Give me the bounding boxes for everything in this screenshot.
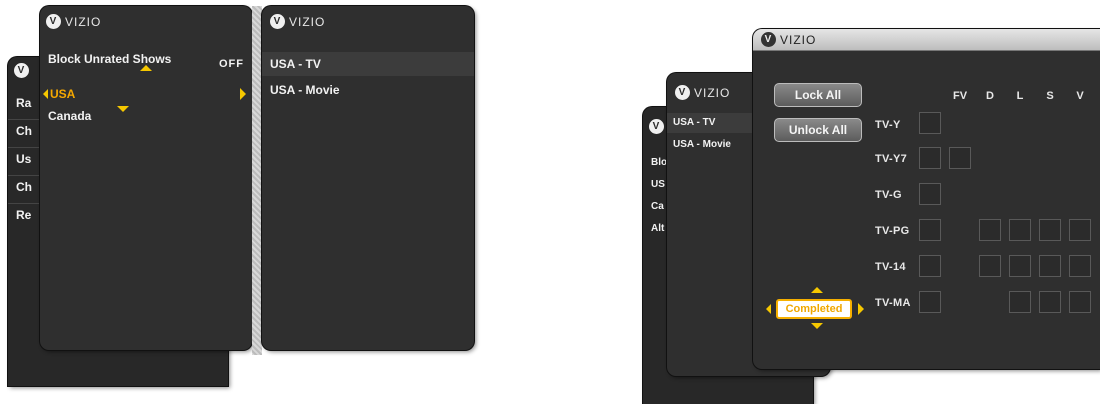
lock-checkbox-tv-14-d[interactable] bbox=[979, 255, 1001, 277]
region-item-usa[interactable]: USA bbox=[40, 84, 252, 104]
lock-checkbox-tv-ma-l[interactable] bbox=[1009, 291, 1031, 313]
vizio-v-icon: V bbox=[46, 14, 61, 29]
lock-checkbox-tv-pg[interactable] bbox=[919, 219, 941, 241]
up-arrow-icon[interactable] bbox=[811, 287, 823, 293]
right-arrow-icon[interactable] bbox=[858, 303, 864, 315]
lock-checkbox-tv-pg-d[interactable] bbox=[979, 219, 1001, 241]
vizio-v-icon: V bbox=[761, 32, 776, 47]
lock-checkbox-tv-pg-l[interactable] bbox=[1009, 219, 1031, 241]
rating-label-tv-y: TV-Y bbox=[875, 119, 901, 131]
unlock-all-button[interactable]: Unlock All bbox=[774, 118, 862, 142]
brand-logo: V VIZIO bbox=[270, 14, 325, 29]
vizio-v-icon: V bbox=[14, 63, 29, 78]
lock-checkbox-tv-pg-s[interactable] bbox=[1039, 219, 1061, 241]
brand-logo: V VIZIO bbox=[675, 85, 730, 100]
lock-checkbox-tv-g[interactable] bbox=[919, 183, 941, 205]
brand-logo: V VIZIO bbox=[46, 14, 101, 29]
up-arrow-icon[interactable] bbox=[140, 65, 152, 71]
column-header-v: V bbox=[1076, 90, 1084, 102]
lock-checkbox-tv-pg-v[interactable] bbox=[1069, 219, 1091, 241]
lock-checkbox-tv-y[interactable] bbox=[919, 112, 941, 134]
vizio-v-icon: V bbox=[675, 85, 690, 100]
column-header-l: L bbox=[1016, 90, 1024, 102]
lock-checkbox-tv-y7[interactable] bbox=[919, 147, 941, 169]
vizio-v-icon: V bbox=[649, 119, 664, 134]
lock-checkbox-tv-y7-fv[interactable] bbox=[949, 147, 971, 169]
region-item-canada[interactable]: Canada bbox=[40, 106, 252, 126]
brand-name: VIZIO bbox=[289, 14, 326, 29]
lock-checkbox-tv-ma-v[interactable] bbox=[1069, 291, 1091, 313]
brand-logo: V VIZIO bbox=[761, 32, 816, 47]
brand-name: VIZIO bbox=[65, 14, 102, 29]
lock-checkbox-tv-14-l[interactable] bbox=[1009, 255, 1031, 277]
lock-checkbox-tv-ma[interactable] bbox=[919, 291, 941, 313]
rating-label-tv-14: TV-14 bbox=[875, 261, 906, 273]
rating-label-tv-y7: TV-Y7 bbox=[875, 153, 908, 165]
rating-label-tv-ma: TV-MA bbox=[875, 297, 911, 309]
brand-name: VIZIO bbox=[694, 85, 731, 100]
block-unrated-status: OFF bbox=[219, 58, 244, 70]
brand-name: VIZIO bbox=[780, 32, 817, 47]
lock-checkbox-tv-14-v[interactable] bbox=[1069, 255, 1091, 277]
right-arrow-icon[interactable] bbox=[240, 88, 246, 100]
brand-logo: V bbox=[14, 63, 29, 78]
lock-all-button[interactable]: Lock All bbox=[774, 83, 862, 107]
column-header-s: S bbox=[1046, 90, 1054, 102]
lock-checkbox-tv-14[interactable] bbox=[919, 255, 941, 277]
rating-label-tv-pg: TV-PG bbox=[875, 225, 910, 237]
completed-button[interactable]: Completed bbox=[776, 299, 852, 319]
separator-pattern bbox=[252, 6, 262, 355]
down-arrow-icon[interactable] bbox=[811, 323, 823, 329]
submenu-item-usa-tv[interactable]: USA - TV bbox=[262, 52, 474, 76]
brand-logo: V bbox=[649, 119, 664, 134]
submenu-item-usa-movie[interactable]: USA - Movie bbox=[262, 80, 474, 100]
column-header-d: D bbox=[986, 90, 994, 102]
left-arrow-icon[interactable] bbox=[766, 304, 771, 314]
usa-submenu-panel: V VIZIO USA - TV USA - Movie bbox=[262, 6, 474, 350]
lock-checkbox-tv-14-s[interactable] bbox=[1039, 255, 1061, 277]
window-title-bar: V VIZIO bbox=[753, 29, 1100, 51]
rating-regions-panel: V VIZIO Block Unrated Shows OFF USA Cana… bbox=[40, 6, 252, 350]
rating-label-tv-g: TV-G bbox=[875, 189, 902, 201]
column-header-fv: FV bbox=[952, 90, 968, 102]
vizio-v-icon: V bbox=[270, 14, 285, 29]
lock-checkbox-tv-ma-s[interactable] bbox=[1039, 291, 1061, 313]
